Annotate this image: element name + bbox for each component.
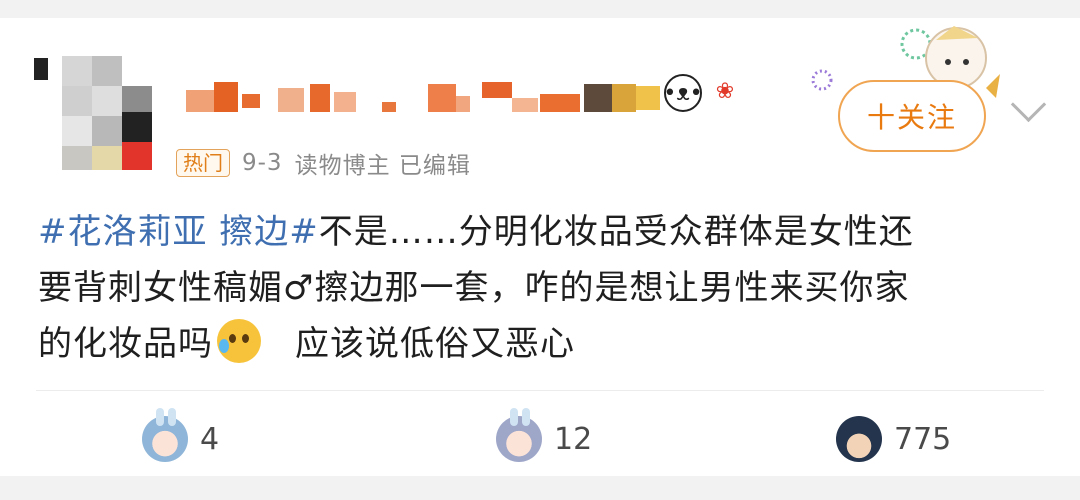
- comment-avatar-icon: [496, 408, 542, 462]
- username-mosaic[interactable]: [186, 80, 676, 118]
- action-bar: 4 12 775: [0, 408, 1080, 486]
- post-line-1: 不是……分明化妆品受众群体是女性还: [318, 212, 914, 252]
- user-badges: •ᴥ• ❀: [663, 74, 742, 114]
- post-text: #花洛莉亚 擦边#不是……分明化妆品受众群体是女性还 要背刺女性稿媚♂擦边那一套…: [38, 204, 1048, 372]
- like-count: 775: [894, 421, 952, 457]
- post-date: 9-3: [242, 150, 283, 176]
- comment-button[interactable]: 12: [496, 408, 593, 462]
- post-line-2: 要背刺女性稿媚♂擦边那一套，咋的是想让男性来买你家: [38, 268, 910, 308]
- like-button[interactable]: 775: [836, 416, 951, 462]
- divider: [36, 390, 1044, 391]
- comment-count: 12: [554, 421, 593, 457]
- post-meta: 热门 9-3 读物博主 已编辑: [176, 146, 471, 180]
- user-avatar[interactable]: [34, 46, 152, 170]
- panda-icon: •ᴥ•: [663, 74, 703, 112]
- like-avatar-icon: [836, 416, 882, 462]
- crying-emoji-icon: [217, 319, 261, 363]
- share-count: 4: [200, 421, 220, 457]
- post-line-3a: 的化妆品吗: [38, 324, 213, 364]
- post-card: •ᴥ• ❀ 热门 9-3 读物博主 已编辑 十关注 #花洛莉亚 擦边#不是……分…: [0, 18, 1080, 476]
- share-avatar-icon: [142, 408, 188, 462]
- follow-button[interactable]: 十关注: [838, 80, 986, 152]
- bird-icon: ❀: [708, 74, 742, 108]
- share-button[interactable]: 4: [142, 408, 220, 462]
- hashtag-link[interactable]: #花洛莉亚 擦边#: [38, 212, 319, 252]
- post-line-3b: 应该说低俗又恶心: [295, 324, 575, 364]
- hot-tag: 热门: [176, 149, 230, 177]
- post-source: 读物博主 已编辑: [294, 153, 471, 179]
